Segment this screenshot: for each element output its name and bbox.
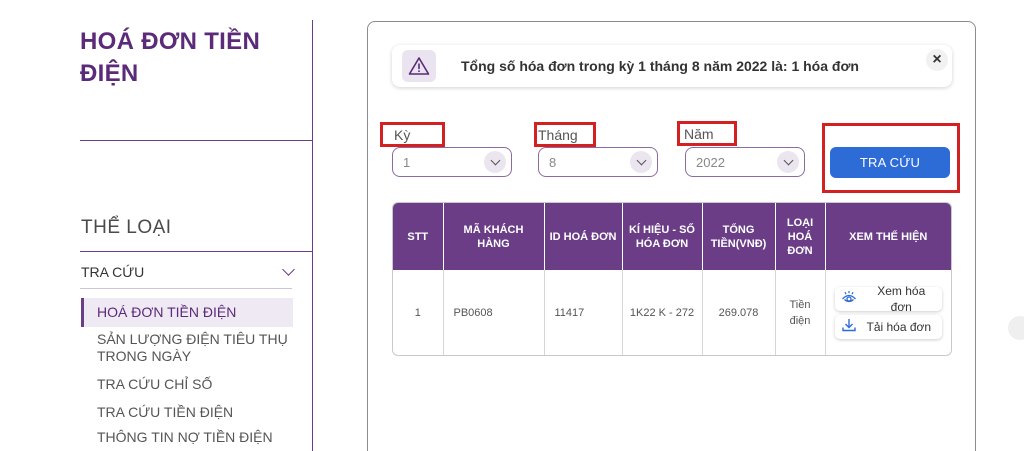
thang-label: Tháng <box>538 127 578 143</box>
search-button[interactable]: TRA CỨU <box>830 147 950 178</box>
download-invoice-button[interactable]: Tải hóa đơn <box>834 315 942 339</box>
cell-loai: Tiền điện <box>775 270 826 355</box>
thang-select[interactable]: 8 <box>538 147 658 177</box>
result-alert: Tổng số hóa đơn trong kỳ 1 tháng 8 năm 2… <box>392 45 952 87</box>
eye-icon <box>841 290 857 308</box>
group-underline <box>80 288 292 289</box>
col-header-tong-tien: TỔNG TIỀN(VNĐ) <box>702 203 776 270</box>
cell-tong-tien: 269.078 <box>702 270 776 355</box>
cell-actions: Xem hóa đơn Tải hóa đơn <box>825 270 951 355</box>
sidebar-item-san-luong-dien[interactable]: SẢN LƯỢNG ĐIỆN TIÊU THỤ TRONG NGÀY <box>81 327 293 369</box>
title-underline <box>80 140 313 141</box>
sidebar-item-hoa-don-tien-dien[interactable]: HOÁ ĐƠN TIỀN ĐIỆN <box>81 298 293 327</box>
close-icon[interactable]: × <box>926 49 948 71</box>
thang-value: 8 <box>549 154 557 170</box>
col-header-ma-khach-hang: MÃ KHÁCH HÀNG <box>443 203 545 270</box>
view-invoice-button[interactable]: Xem hóa đơn <box>834 284 942 314</box>
category-title: THỂ LOẠI <box>81 217 172 238</box>
download-invoice-label: Tải hóa đơn <box>866 320 932 334</box>
chevron-down-icon <box>777 151 799 173</box>
ky-label: Kỳ <box>394 127 411 143</box>
sidebar-item-tra-cuu-chi-so[interactable]: TRA CỨU CHỈ SỐ <box>81 369 293 400</box>
scroll-indicator[interactable] <box>1008 316 1024 340</box>
col-header-id-hoa-don: ID HOÁ ĐƠN <box>544 203 623 270</box>
nam-select[interactable]: 2022 <box>685 147 805 177</box>
chevron-down-icon <box>630 151 652 173</box>
cell-ki-hieu: 1K22 K - 272 <box>622 270 703 355</box>
table-row: 1 PB0608 11417 1K22 K - 272 269.078 Tiền… <box>393 270 951 355</box>
nam-label: Năm <box>684 126 714 142</box>
sidebar-item-thong-tin-no[interactable]: THÔNG TIN NỢ TIỀN ĐIỆN <box>81 425 293 450</box>
page-title: HOÁ ĐƠN TIỀN ĐIỆN <box>80 28 261 87</box>
sidebar-menu: HOÁ ĐƠN TIỀN ĐIỆN SẢN LƯỢNG ĐIỆN TIÊU TH… <box>81 298 293 450</box>
ky-select[interactable]: 1 <box>392 147 512 177</box>
cell-ma-khach-hang: PB0608 <box>443 270 545 355</box>
col-header-stt: STT <box>393 203 444 270</box>
invoice-panel: Tổng số hóa đơn trong kỳ 1 tháng 8 năm 2… <box>367 21 976 451</box>
cell-stt: 1 <box>393 270 444 355</box>
invoice-table: STT MÃ KHÁCH HÀNG ID HOÁ ĐƠN KÍ HIỆU - S… <box>392 202 952 356</box>
chevron-down-icon <box>282 263 295 276</box>
ky-value: 1 <box>403 154 411 170</box>
nam-value: 2022 <box>696 154 725 170</box>
col-header-xem-the-hien: XEM THỂ HIỆN <box>825 203 951 270</box>
cell-id-hoa-don: 11417 <box>544 270 623 355</box>
alert-message: Tổng số hóa đơn trong kỳ 1 tháng 8 năm 2… <box>461 58 859 74</box>
ky-label-highlight <box>380 122 445 147</box>
table-header-row: STT MÃ KHÁCH HÀNG ID HOÁ ĐƠN KÍ HIỆU - S… <box>393 203 951 270</box>
col-header-ki-hieu: KÍ HIỆU - SỐ HÓA ĐƠN <box>622 203 703 270</box>
col-header-loai: LOẠI HOÁ ĐƠN <box>775 203 826 270</box>
tra-cuu-group-toggle[interactable]: TRA CỨU <box>81 262 297 282</box>
sidebar-divider <box>312 20 313 451</box>
alert-triangle-icon <box>402 50 436 82</box>
view-invoice-label: Xem hóa đơn <box>877 284 926 314</box>
category-underline <box>80 251 313 252</box>
download-icon <box>841 318 857 336</box>
tra-cuu-group-label: TRA CỨU <box>81 264 145 280</box>
sidebar-item-tra-cuu-tien-dien[interactable]: TRA CỨU TIỀN ĐIỆN <box>81 400 293 425</box>
chevron-down-icon <box>484 151 506 173</box>
